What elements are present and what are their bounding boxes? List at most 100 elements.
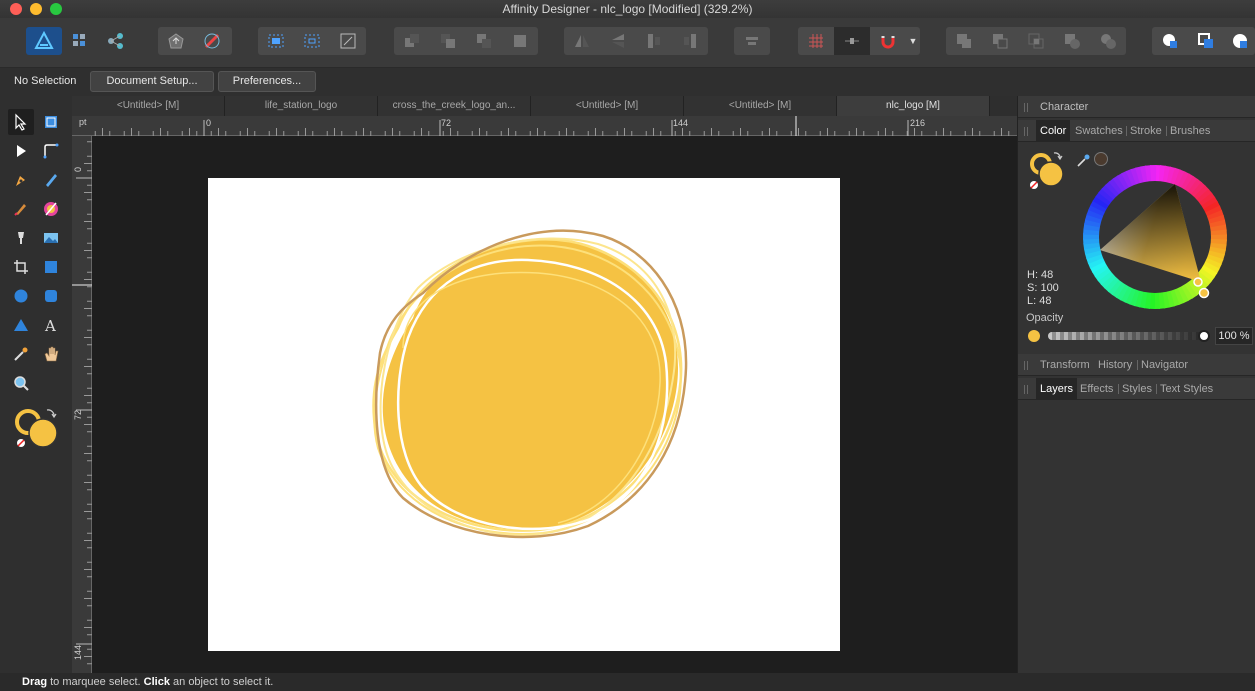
pen-tool-icon[interactable] bbox=[8, 167, 34, 193]
align-icon[interactable] bbox=[734, 27, 770, 55]
align-group bbox=[734, 27, 770, 55]
opacity-label: Opacity bbox=[1026, 312, 1064, 324]
tab-swatches[interactable]: Swatches bbox=[1075, 120, 1123, 142]
tab-stroke[interactable]: Stroke bbox=[1130, 120, 1162, 142]
designer-persona-icon[interactable] bbox=[26, 27, 62, 55]
rotate-right-icon[interactable] bbox=[672, 27, 708, 55]
transparency-tool-icon[interactable] bbox=[8, 225, 34, 251]
corner-tool-icon[interactable] bbox=[38, 138, 64, 164]
move-forward-one-icon[interactable] bbox=[466, 27, 502, 55]
ellipse-tool-icon[interactable] bbox=[8, 283, 34, 309]
context-toolbar: No Selection Document Setup... Preferenc… bbox=[0, 68, 1255, 96]
rotate-left-icon[interactable] bbox=[636, 27, 672, 55]
rounded-rectangle-tool-icon[interactable] bbox=[38, 283, 64, 309]
share-icon[interactable] bbox=[158, 27, 194, 55]
document-setup-button[interactable]: Document Setup... bbox=[90, 71, 214, 92]
arrange-group bbox=[394, 27, 538, 55]
insert-top-icon[interactable] bbox=[1188, 27, 1224, 55]
rectangle-tool-icon[interactable] bbox=[38, 254, 64, 280]
fill-stroke-well[interactable] bbox=[14, 404, 62, 452]
move-to-back-icon[interactable] bbox=[394, 27, 430, 55]
document-tabs: <Untitled> [M] life_station_logo cross_t… bbox=[72, 96, 1017, 116]
divide-shape-icon[interactable] bbox=[1090, 27, 1126, 55]
status-drag: Drag bbox=[22, 676, 48, 688]
vertical-ruler[interactable]: 0 72 144 bbox=[72, 136, 92, 673]
pixel-persona-icon[interactable] bbox=[62, 27, 98, 55]
studio-tabs: Transform History Navigator bbox=[1018, 354, 1255, 376]
zoom-window-button[interactable] bbox=[50, 3, 62, 15]
insert-group bbox=[1152, 27, 1255, 55]
move-to-front-icon[interactable] bbox=[502, 27, 538, 55]
minimize-window-button[interactable] bbox=[30, 3, 42, 15]
zoom-tool-icon[interactable] bbox=[8, 370, 34, 396]
main-toolbar: ▼ bbox=[0, 18, 1255, 68]
xor-shape-icon[interactable] bbox=[1054, 27, 1090, 55]
tab-brushes[interactable]: Brushes bbox=[1170, 120, 1210, 142]
close-window-button[interactable] bbox=[10, 3, 22, 15]
place-image-icon[interactable] bbox=[38, 225, 64, 251]
opacity-slider-handle[interactable] bbox=[1198, 330, 1210, 342]
crop-tool-icon[interactable] bbox=[8, 254, 34, 280]
lightness-value: L: 48 bbox=[1027, 295, 1052, 307]
show-bbox-icon[interactable] bbox=[330, 27, 366, 55]
document-tab[interactable]: life_station_logo bbox=[225, 96, 378, 116]
move-tool-icon[interactable] bbox=[8, 109, 34, 135]
insert-inside-icon[interactable] bbox=[1224, 27, 1255, 55]
logo-artwork[interactable] bbox=[208, 178, 840, 651]
vector-brush-icon[interactable] bbox=[8, 196, 34, 222]
fill-tool-icon[interactable] bbox=[38, 196, 64, 222]
opacity-slider[interactable] bbox=[1048, 330, 1210, 342]
tab-layers[interactable]: Layers bbox=[1036, 378, 1078, 400]
snapping-dropdown-icon[interactable]: ▼ bbox=[906, 27, 920, 55]
tab-styles[interactable]: Styles bbox=[1122, 378, 1152, 400]
insert-behind-icon[interactable] bbox=[1152, 27, 1188, 55]
status-drag-text: to marquee select. bbox=[47, 676, 144, 688]
document-tab[interactable]: cross_the_creek_logo_an... bbox=[378, 96, 531, 116]
artboard-tool-icon[interactable] bbox=[38, 109, 64, 135]
document-tab-active[interactable]: nlc_logo [M] bbox=[837, 96, 990, 116]
color-picker-icon[interactable] bbox=[8, 341, 34, 367]
grid-icon[interactable] bbox=[798, 27, 834, 55]
add-shape-icon[interactable] bbox=[946, 27, 982, 55]
text-tool-icon[interactable]: A bbox=[38, 312, 64, 338]
snap-guides-icon[interactable] bbox=[834, 27, 870, 55]
transform-origin-icon[interactable] bbox=[294, 27, 330, 55]
document-tab[interactable]: <Untitled> [M] bbox=[684, 96, 837, 116]
saturation-value: S: 100 bbox=[1027, 282, 1059, 294]
move-back-one-icon[interactable] bbox=[430, 27, 466, 55]
window-title: Affinity Designer - nlc_logo [Modified] … bbox=[502, 2, 753, 16]
tab-history[interactable]: History bbox=[1098, 354, 1132, 376]
tab-color[interactable]: Color bbox=[1036, 120, 1071, 142]
transform-mode-icon[interactable] bbox=[258, 27, 294, 55]
tab-effects[interactable]: Effects bbox=[1080, 378, 1113, 400]
color-tabs: Color Swatches Stroke Brushes bbox=[1018, 120, 1255, 142]
panel-fill-stroke-well[interactable] bbox=[1028, 150, 1070, 192]
subtract-shape-icon[interactable] bbox=[982, 27, 1018, 55]
appearance-icon[interactable] bbox=[194, 27, 230, 55]
tab-transform[interactable]: Transform bbox=[1040, 354, 1090, 376]
magnet-icon[interactable] bbox=[870, 27, 906, 55]
intersect-shape-icon[interactable] bbox=[1018, 27, 1054, 55]
export-persona-icon[interactable] bbox=[98, 27, 134, 55]
triangle-tool-icon[interactable] bbox=[8, 312, 34, 338]
document-tab[interactable]: <Untitled> [M] bbox=[531, 96, 684, 116]
tab-text-styles[interactable]: Text Styles bbox=[1160, 378, 1213, 400]
color-wheel[interactable] bbox=[1080, 162, 1230, 312]
status-bar: Drag to marquee select. Click an object … bbox=[0, 673, 1255, 691]
horizontal-ruler[interactable]: pt 0 72 144 216 bbox=[72, 116, 1017, 136]
character-panel-header[interactable]: Character bbox=[1018, 96, 1255, 118]
hand-tool-icon[interactable] bbox=[38, 341, 64, 367]
document-tab[interactable]: <Untitled> [M] bbox=[72, 96, 225, 116]
canvas[interactable] bbox=[92, 136, 1017, 673]
flip-vertical-icon[interactable] bbox=[600, 27, 636, 55]
ruler-ticks bbox=[94, 116, 1010, 136]
opacity-input[interactable]: 100 % bbox=[1215, 327, 1253, 345]
layers-list[interactable] bbox=[1018, 401, 1255, 673]
tab-navigator[interactable]: Navigator bbox=[1141, 354, 1188, 376]
artboard[interactable] bbox=[208, 178, 840, 651]
flip-horizontal-icon[interactable] bbox=[564, 27, 600, 55]
title-bar: Affinity Designer - nlc_logo [Modified] … bbox=[0, 0, 1255, 18]
preferences-button[interactable]: Preferences... bbox=[218, 71, 316, 92]
pencil-tool-icon[interactable] bbox=[38, 167, 64, 193]
node-tool-icon[interactable] bbox=[8, 138, 34, 164]
